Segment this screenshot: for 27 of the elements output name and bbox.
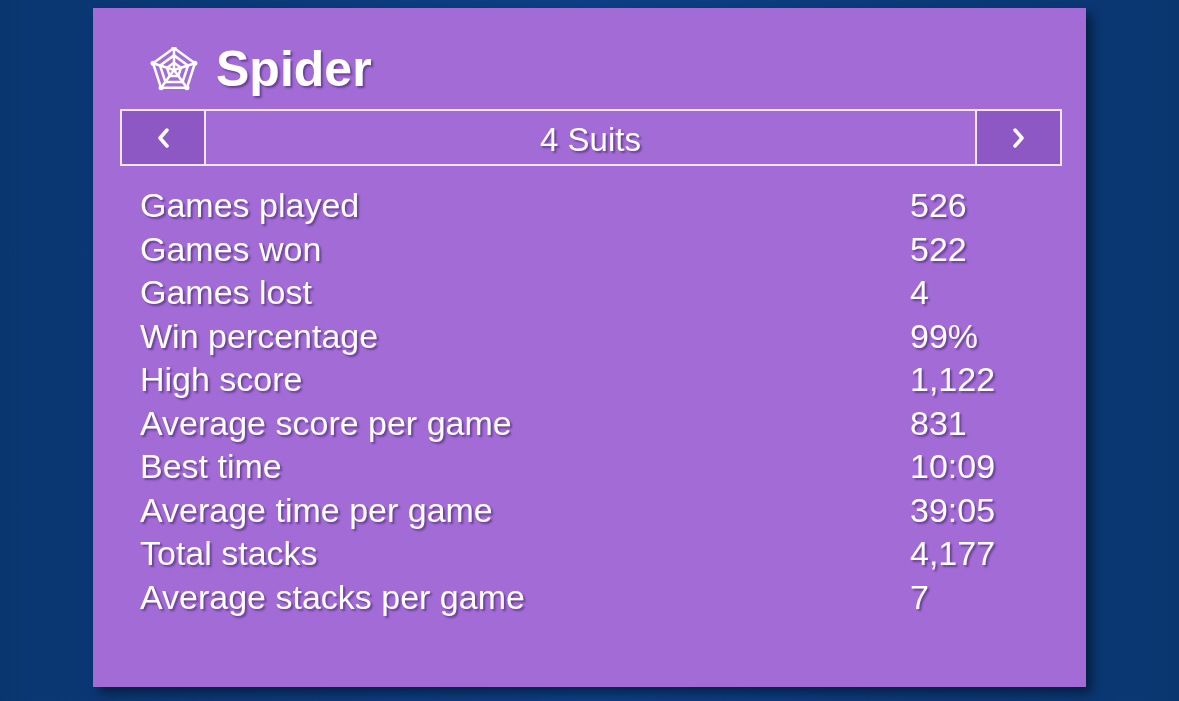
suit-label: 4 Suits <box>539 119 642 160</box>
chevron-left-icon <box>156 127 170 148</box>
stat-value: 10:09 <box>910 446 997 487</box>
stat-value: 522 <box>910 228 968 270</box>
stat-value: 4,177 <box>910 533 997 574</box>
stat-value: 7 <box>910 576 930 618</box>
next-button[interactable] <box>975 111 1060 164</box>
stat-label: Average stacks per game <box>140 576 526 618</box>
stat-label: Total stacks <box>140 533 319 574</box>
spider-web-icon <box>150 47 198 91</box>
stat-value: 526 <box>910 185 968 226</box>
stat-label: Average time per game <box>140 489 494 531</box>
previous-button[interactable] <box>122 111 206 164</box>
chevron-right-icon <box>1012 127 1025 148</box>
stat-label: Games played <box>140 185 361 226</box>
stat-value: 4 <box>910 272 930 313</box>
stat-label: Games lost <box>140 272 313 313</box>
stat-label: Average score per game <box>140 402 513 444</box>
stat-value: 39:05 <box>910 489 997 531</box>
stat-label: Win percentage <box>140 315 380 357</box>
stat-label: High score <box>140 359 304 400</box>
game-title: Spider <box>216 44 372 94</box>
stat-value: 831 <box>910 402 968 444</box>
stat-label: Best time <box>140 446 283 487</box>
stat-label: Games won <box>140 228 323 270</box>
stat-value: 99% <box>910 315 980 357</box>
stat-value: 1,122 <box>910 359 997 400</box>
